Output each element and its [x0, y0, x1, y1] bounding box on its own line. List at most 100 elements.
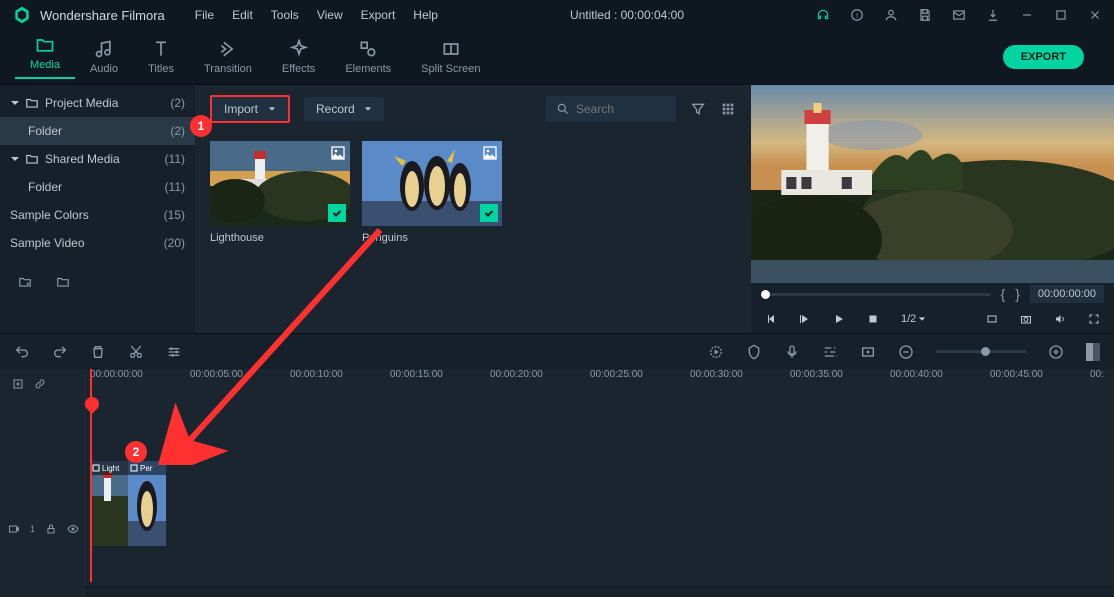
tab-media[interactable]: Media [15, 35, 75, 79]
tab-transition[interactable]: Transition [189, 39, 267, 75]
mark-out-icon[interactable]: } [1015, 286, 1020, 302]
sidebar-bottom-actions [0, 265, 195, 299]
menu-file[interactable]: File [195, 8, 214, 22]
scrubber-handle[interactable] [761, 290, 770, 299]
download-icon[interactable] [986, 8, 1000, 22]
aspect-icon[interactable] [986, 313, 998, 325]
playhead[interactable] [90, 369, 92, 582]
stop-icon[interactable] [867, 313, 879, 325]
menu-edit[interactable]: Edit [232, 8, 253, 22]
visibility-icon[interactable] [67, 523, 79, 535]
new-folder-icon[interactable] [18, 275, 32, 289]
snapshot-icon[interactable] [1020, 313, 1032, 325]
play-pause-icon[interactable] [799, 313, 811, 325]
folder-icon[interactable] [56, 275, 70, 289]
close-icon[interactable] [1088, 8, 1102, 22]
filter-icon[interactable] [690, 101, 706, 117]
text-icon [151, 39, 171, 59]
timeline-scrollbar[interactable] [85, 585, 1114, 597]
tab-split-label: Split Screen [421, 63, 480, 75]
sidebar-item-folder[interactable]: Folder (2) [0, 117, 195, 145]
user-icon[interactable] [884, 8, 898, 22]
lock-icon[interactable] [45, 523, 57, 535]
zoom-in-icon[interactable] [1048, 344, 1064, 360]
ruler-tick: 00:00:15:00 [390, 369, 443, 380]
save-icon[interactable] [918, 8, 932, 22]
cut-icon[interactable] [128, 344, 144, 360]
preview-panel: { } 00:00:00:00 1/2 [751, 85, 1114, 333]
volume-icon[interactable] [1054, 313, 1066, 325]
media-clip-lighthouse[interactable]: Lighthouse [210, 141, 350, 244]
tab-split-screen[interactable]: Split Screen [406, 39, 495, 75]
tab-titles[interactable]: Titles [133, 39, 189, 75]
menu-help[interactable]: Help [413, 8, 438, 22]
redo-icon[interactable] [52, 344, 68, 360]
app-logo-icon [12, 5, 32, 25]
zoom-out-icon[interactable] [898, 344, 914, 360]
timeline-clip-lighthouse[interactable]: Light [90, 461, 128, 546]
menu-bar: File Edit Tools View Export Help [195, 8, 438, 22]
add-track-icon[interactable] [12, 378, 24, 390]
sidebar-item-count: (15) [164, 208, 185, 222]
sidebar-item-count: (20) [164, 236, 185, 250]
menu-view[interactable]: View [317, 8, 343, 22]
audio-mixer-icon[interactable] [822, 344, 838, 360]
tab-effects[interactable]: Effects [267, 39, 330, 75]
sidebar-item-project-media[interactable]: Project Media (2) [0, 89, 195, 117]
tab-elements[interactable]: Elements [330, 39, 406, 75]
menu-tools[interactable]: Tools [271, 8, 299, 22]
selected-check-icon [328, 204, 346, 222]
sidebar-item-sample-colors[interactable]: Sample Colors (15) [0, 201, 195, 229]
clip-name-label: Lighthouse [210, 232, 350, 244]
zoom-handle[interactable] [981, 347, 990, 356]
timeline-tracks[interactable]: 00:00:00:00 00:00:05:00 00:00:10:00 00:0… [85, 369, 1114, 597]
play-icon[interactable] [833, 313, 845, 325]
undo-icon[interactable] [14, 344, 30, 360]
crop-icon[interactable] [860, 344, 876, 360]
record-label: Record [316, 102, 356, 116]
info-icon[interactable]: ! [850, 8, 864, 22]
split-icon [441, 39, 461, 59]
marker-icon[interactable] [746, 344, 762, 360]
link-icon[interactable] [34, 378, 46, 390]
search-box[interactable] [546, 96, 676, 122]
headphones-icon[interactable] [816, 8, 830, 22]
timeline-clip-label: Light [102, 464, 119, 473]
fullscreen-icon[interactable] [1088, 313, 1100, 325]
sidebar-item-shared-folder[interactable]: Folder (11) [0, 173, 195, 201]
search-input[interactable] [576, 102, 666, 116]
minimize-icon[interactable] [1020, 8, 1034, 22]
zoom-slider[interactable] [936, 350, 1026, 353]
menu-export[interactable]: Export [361, 8, 396, 22]
ruler-tick: 00: [1090, 369, 1104, 380]
render-icon[interactable] [708, 344, 724, 360]
svg-text:!: ! [856, 11, 858, 20]
prev-frame-icon[interactable] [765, 313, 777, 325]
settings-icon[interactable] [166, 344, 182, 360]
export-button[interactable]: EXPORT [1003, 45, 1084, 69]
media-clip-penguins[interactable]: Penguins [362, 141, 502, 244]
mail-icon[interactable] [952, 8, 966, 22]
mark-in-icon[interactable]: { [1001, 286, 1006, 302]
sidebar-item-sample-video[interactable]: Sample Video (20) [0, 229, 195, 257]
sidebar-item-label: Folder [28, 180, 165, 194]
record-dropdown[interactable]: Record [304, 97, 384, 121]
music-icon [94, 39, 114, 59]
timeline-clip-penguins[interactable]: Per [128, 461, 166, 546]
tab-audio[interactable]: Audio [75, 39, 133, 75]
scrubber-track[interactable] [761, 293, 991, 296]
voiceover-icon[interactable] [784, 344, 800, 360]
panel-toggle-icon[interactable] [1086, 343, 1100, 361]
chevron-down-icon [268, 105, 276, 113]
grid-view-icon[interactable] [720, 101, 736, 117]
titlebar-actions: ! [816, 8, 1102, 22]
delete-icon[interactable] [90, 344, 106, 360]
timeline-clip-header: Per [128, 461, 166, 475]
sidebar-item-label: Project Media [45, 96, 170, 110]
transition-icon [218, 39, 238, 59]
import-dropdown[interactable]: Import [210, 95, 290, 123]
timeline-ruler[interactable]: 00:00:00:00 00:00:05:00 00:00:10:00 00:0… [85, 369, 1114, 399]
maximize-icon[interactable] [1054, 8, 1068, 22]
playback-speed-dropdown[interactable]: 1/2 [901, 313, 926, 325]
sidebar-item-shared-media[interactable]: Shared Media (11) [0, 145, 195, 173]
